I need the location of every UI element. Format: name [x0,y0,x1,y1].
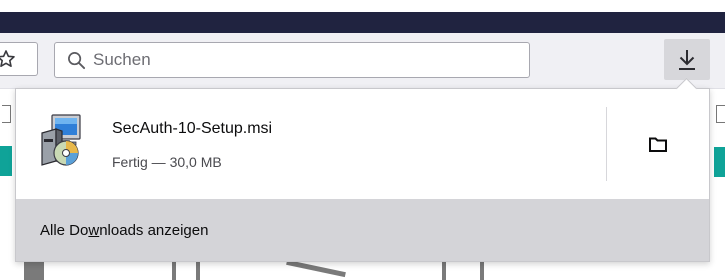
download-file-name: SecAuth-10-Setup.msi [112,120,273,137]
bookmark-star-button[interactable] [0,42,38,76]
background-shape [172,262,176,280]
search-input[interactable] [93,50,493,70]
open-containing-folder-button[interactable] [607,89,709,199]
window-top-edge [0,0,725,12]
downloads-button[interactable] [664,39,710,80]
background-shape [286,259,346,278]
title-bar [0,12,725,33]
background-shape [196,262,200,280]
download-arrow-icon [679,49,695,70]
search-icon [68,51,86,69]
show-all-downloads-label: Alle Downloads anzeigen [40,221,209,239]
search-field[interactable] [54,42,530,78]
star-icon [0,50,15,67]
background-page-content [0,259,725,280]
navigation-toolbar [0,33,725,89]
downloads-panel: SecAuth-10-Setup.msi Fertig — 30,0 MB Al… [15,88,710,262]
show-all-downloads-button[interactable]: Alle Downloads anzeigen [16,199,709,261]
teal-banner-fragment-right [714,147,725,177]
document-fragment [2,105,11,123]
teal-banner-fragment [0,146,12,176]
download-item[interactable]: SecAuth-10-Setup.msi Fertig — 30,0 MB [16,89,709,199]
background-shape [480,262,484,280]
background-shape [442,262,446,280]
folder-icon [649,137,667,152]
background-shape [24,262,44,280]
mnemonic-letter: w [88,221,100,239]
document-fragment-right [716,105,725,123]
msi-installer-icon [41,114,81,166]
download-status: Fertig — 30,0 MB [112,154,222,170]
background-page-edge-left [0,88,16,280]
